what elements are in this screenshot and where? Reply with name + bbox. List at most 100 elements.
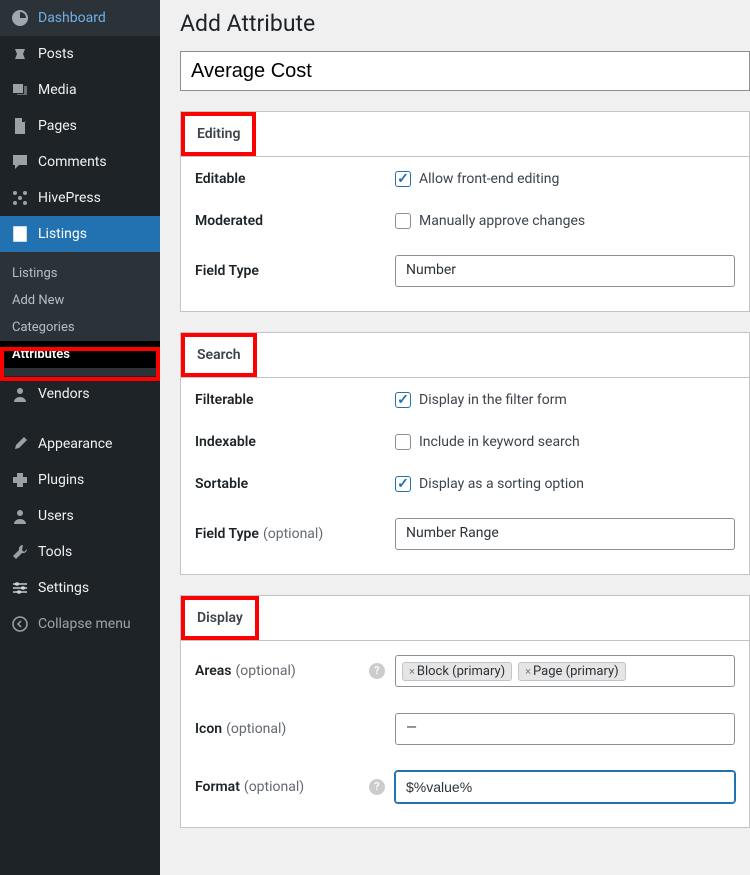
- search-postbox: Search Filterable Display in the filter …: [180, 332, 750, 575]
- editable-check-label: Allow front-end editing: [419, 171, 559, 187]
- moderated-checkbox[interactable]: [395, 213, 411, 229]
- highlight-display: Display: [181, 596, 259, 640]
- sidebar-item-vendors[interactable]: Vendors: [0, 376, 160, 412]
- submenu-item-addnew[interactable]: Add New: [0, 287, 160, 314]
- tag-label: Page (primary): [533, 664, 619, 679]
- users-icon: [10, 506, 30, 526]
- sidebar-item-appearance[interactable]: Appearance: [0, 426, 160, 462]
- sidebar-item-pages[interactable]: Pages: [0, 108, 160, 144]
- sortable-checkbox[interactable]: [395, 476, 411, 492]
- optional-text: (optional): [226, 721, 286, 737]
- search-title: Search: [185, 337, 253, 373]
- sidebar-item-plugins[interactable]: Plugins: [0, 462, 160, 498]
- hivepress-icon: [10, 188, 30, 208]
- areas-tags-input[interactable]: ×Block (primary) ×Page (primary): [395, 655, 735, 687]
- menu-label: Collapse menu: [38, 616, 131, 632]
- editable-label: Editable: [195, 171, 395, 187]
- listings-icon: [10, 224, 30, 244]
- menu-label: Vendors: [38, 386, 90, 402]
- collapse-icon: [10, 614, 30, 634]
- optional-text: (optional): [236, 663, 296, 679]
- menu-label: Dashboard: [38, 10, 106, 26]
- icon-select[interactable]: —: [395, 713, 735, 745]
- search-fieldtype-label: Field Type (optional): [195, 526, 395, 542]
- sortable-check-label: Display as a sorting option: [419, 476, 584, 492]
- menu-label: Posts: [38, 46, 74, 62]
- indexable-checkbox[interactable]: [395, 434, 411, 450]
- search-fieldtype-select[interactable]: Number Range: [395, 518, 735, 550]
- indexable-label: Indexable: [195, 434, 395, 450]
- sidebar-item-settings[interactable]: Settings: [0, 570, 160, 606]
- menu-label: Comments: [38, 154, 107, 170]
- menu-label: Settings: [38, 580, 89, 596]
- label-text: Format: [195, 779, 240, 795]
- menu-label: Plugins: [38, 472, 84, 488]
- menu-label: Pages: [38, 118, 77, 134]
- tag-label: Block (primary): [417, 664, 505, 679]
- display-title: Display: [185, 600, 255, 636]
- search-header: Search: [181, 333, 749, 378]
- sidebar-item-dashboard[interactable]: Dashboard: [0, 0, 160, 36]
- menu-label: Listings: [38, 226, 87, 242]
- listings-submenu: Listings Add New Categories Attributes: [0, 252, 160, 376]
- filterable-check-label: Display in the filter form: [419, 392, 567, 408]
- editing-postbox: Editing Editable Allow front-end editing…: [180, 111, 750, 312]
- editable-checkbox[interactable]: [395, 171, 411, 187]
- editing-fieldtype-select[interactable]: Number: [395, 255, 735, 287]
- submenu-item-listings[interactable]: Listings: [0, 260, 160, 287]
- editing-title: Editing: [185, 116, 252, 152]
- sortable-label: Sortable: [195, 476, 395, 492]
- menu-label: HivePress: [38, 190, 101, 206]
- areas-label: Areas (optional) ?: [195, 663, 395, 679]
- label-text: Field Type: [195, 526, 259, 542]
- user-icon: [10, 384, 30, 404]
- icon-label: Icon (optional): [195, 721, 395, 737]
- wrench-icon: [10, 542, 30, 562]
- sidebar-item-comments[interactable]: Comments: [0, 144, 160, 180]
- moderated-check-label: Manually approve changes: [419, 213, 585, 229]
- help-icon[interactable]: ?: [369, 663, 385, 679]
- plugin-icon: [10, 470, 30, 490]
- label-text: Areas: [195, 663, 232, 679]
- collapse-menu[interactable]: Collapse menu: [0, 606, 160, 642]
- help-icon[interactable]: ?: [369, 779, 385, 795]
- page-icon: [10, 116, 30, 136]
- highlight-search: Search: [181, 333, 257, 377]
- sidebar-item-listings[interactable]: Listings: [0, 216, 160, 252]
- sidebar-item-posts[interactable]: Posts: [0, 36, 160, 72]
- attribute-name-input[interactable]: [180, 51, 750, 91]
- sidebar-item-tools[interactable]: Tools: [0, 534, 160, 570]
- menu-label: Media: [38, 82, 77, 98]
- page-title: Add Attribute: [180, 10, 750, 37]
- label-text: Icon: [195, 721, 222, 737]
- indexable-check-label: Include in keyword search: [419, 434, 580, 450]
- optional-text: (optional): [263, 526, 323, 542]
- brush-icon: [10, 434, 30, 454]
- remove-tag-icon[interactable]: ×: [409, 665, 415, 678]
- sidebar-item-media[interactable]: Media: [0, 72, 160, 108]
- admin-sidebar: Dashboard Posts Media Pages Comments Hiv…: [0, 0, 160, 875]
- sidebar-item-users[interactable]: Users: [0, 498, 160, 534]
- settings-icon: [10, 578, 30, 598]
- comment-icon: [10, 152, 30, 172]
- area-tag[interactable]: ×Block (primary): [402, 662, 512, 681]
- filterable-checkbox[interactable]: [395, 392, 411, 408]
- dashboard-icon: [10, 8, 30, 28]
- filterable-label: Filterable: [195, 392, 395, 408]
- highlight-editing: Editing: [181, 112, 256, 156]
- main-content: Add Attribute Editing Editable Allow fro…: [160, 0, 750, 875]
- display-postbox: Display Areas (optional) ? ×Block (prima…: [180, 595, 750, 828]
- sidebar-item-hivepress[interactable]: HivePress: [0, 180, 160, 216]
- optional-text: (optional): [244, 779, 304, 795]
- menu-label: Appearance: [38, 436, 112, 452]
- menu-label: Users: [38, 508, 74, 524]
- area-tag[interactable]: ×Page (primary): [518, 662, 625, 681]
- submenu-item-attributes[interactable]: Attributes: [0, 341, 160, 368]
- submenu-item-categories[interactable]: Categories: [0, 314, 160, 341]
- remove-tag-icon[interactable]: ×: [525, 665, 531, 678]
- format-input[interactable]: [395, 771, 735, 803]
- media-icon: [10, 80, 30, 100]
- editing-header: Editing: [181, 112, 749, 157]
- format-label: Format (optional) ?: [195, 779, 395, 795]
- editing-fieldtype-label: Field Type: [195, 263, 395, 279]
